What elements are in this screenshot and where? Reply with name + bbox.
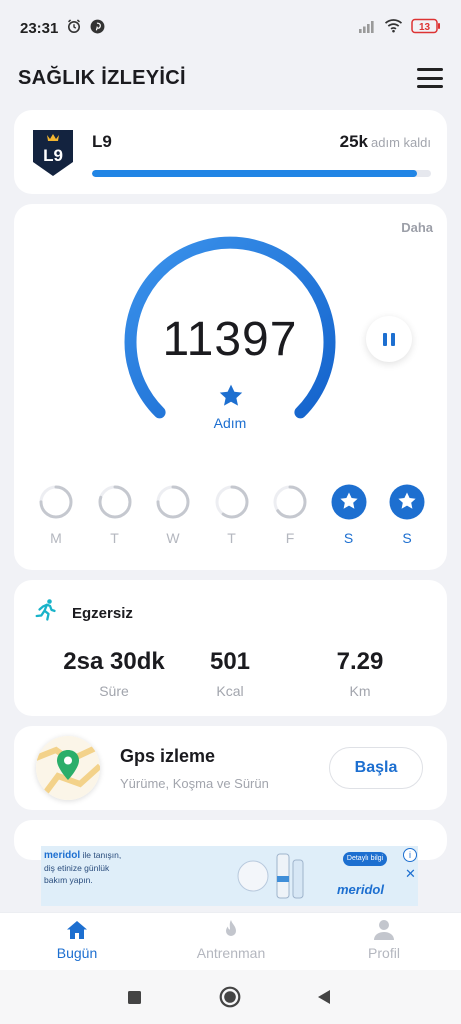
user-icon [374, 920, 394, 940]
day-label: T [110, 530, 119, 546]
steps-remaining-unit: adım kaldı [371, 135, 431, 150]
level-name: L9 [92, 132, 112, 151]
ad-brand: meridol [44, 850, 81, 861]
recent-apps-icon[interactable] [127, 990, 142, 1010]
exercise-title: Egzersiz [72, 605, 133, 622]
day-5[interactable]: S [331, 484, 367, 546]
home-button-icon[interactable] [219, 986, 241, 1013]
level-badge-icon: L9 [30, 126, 76, 178]
alarm-icon [66, 18, 82, 38]
bottom-nav: Bugün Antrenman Profil [0, 912, 461, 970]
day-complete-icon [331, 484, 366, 520]
day-label: S [402, 530, 412, 546]
stat-duration: 2sa 30dk Süre [49, 648, 179, 699]
stat-distance-value: 7.29 [336, 648, 384, 675]
day-3[interactable]: T [214, 484, 250, 546]
day-complete-icon [389, 484, 425, 520]
signal-icon [358, 19, 376, 38]
level-progress-fill [92, 170, 418, 177]
tab-profile[interactable]: Profil [329, 919, 439, 961]
day-label: W [166, 530, 180, 546]
status-time: 23:31 [20, 19, 59, 37]
day-label: F [285, 530, 295, 546]
stat-kcal-label: Kcal [216, 683, 244, 699]
app-header: SAĞLIK İZLEYİCİ [0, 56, 461, 100]
exercise-card[interactable]: Egzersiz 2sa 30dk Süre 501 Kcal 7.29 Km [14, 580, 447, 716]
system-nav-bar [0, 970, 461, 1024]
tab-workout-label: Antrenman [196, 945, 266, 961]
day-4[interactable]: F [272, 484, 308, 546]
app-title: SAĞLIK İZLEYİCİ [18, 66, 186, 89]
pause-button[interactable] [366, 316, 412, 362]
gps-card[interactable]: Gps izleme Yürüme, Koşma ve Sürün Başla [14, 726, 447, 810]
home-icon [67, 921, 87, 939]
stat-kcal-value: 501 [209, 648, 251, 675]
map-pin-icon [36, 736, 100, 800]
tab-today[interactable]: Bugün [22, 919, 132, 961]
tab-today-label: Bugün [56, 945, 98, 961]
wifi-icon [384, 18, 403, 38]
day-1[interactable]: T [97, 484, 133, 546]
battery-icon: 13 [411, 18, 441, 39]
ad-close-icon[interactable]: ✕ [405, 866, 416, 882]
tab-profile-label: Profil [368, 945, 400, 961]
gps-subtitle: Yürüme, Koşma ve Sürün [120, 776, 269, 791]
stat-duration-value: 2sa 30dk [63, 648, 165, 675]
status-bar: 23:31 13 [0, 0, 461, 56]
level-progress-bar [92, 170, 431, 177]
steps-card: Daha 11397 Adım M T W T F S S [14, 204, 447, 570]
back-icon[interactable] [316, 989, 332, 1010]
level-badge-text: L9 [43, 146, 63, 165]
ad-cta-button[interactable]: Detaylı bilgi [343, 852, 387, 866]
day-progress-ring [98, 485, 131, 519]
gps-title: Gps izleme [120, 746, 216, 766]
level-card[interactable]: L9 L9 25k adım kaldı [14, 110, 447, 194]
day-progress-ring [273, 485, 307, 519]
steps-remaining-value: 25k [339, 132, 369, 151]
step-label: Adım [213, 415, 247, 431]
day-progress-ring [215, 485, 248, 519]
ad-logo: meridol [337, 882, 384, 897]
ad-product-image [237, 850, 317, 902]
star-icon [217, 382, 245, 410]
stat-distance: 7.29 Km [295, 648, 425, 699]
stat-kcal: 501 Kcal [165, 648, 295, 699]
day-label: T [227, 530, 236, 546]
ad-banner[interactable]: meridol ile tanışın, diş etinize günlük … [41, 846, 418, 906]
day-label: M [50, 530, 62, 546]
ad-info-icon[interactable]: i [403, 848, 417, 862]
day-progress-ring [39, 485, 73, 519]
day-label: S [343, 530, 354, 546]
steps-remaining: 25k adım kaldı [340, 132, 431, 152]
menu-icon[interactable] [417, 68, 443, 88]
start-button[interactable]: Başla [329, 747, 423, 789]
stat-duration-label: Süre [99, 683, 129, 699]
battery-level: 13 [419, 22, 431, 33]
flame-icon [226, 920, 236, 936]
stat-distance-label: Km [349, 683, 371, 699]
day-2[interactable]: W [155, 484, 191, 546]
pinterest-icon [90, 19, 105, 38]
day-6[interactable]: S [389, 484, 425, 546]
day-0[interactable]: M [38, 484, 74, 546]
ad-text: meridol ile tanışın, diş etinize günlük … [44, 849, 130, 886]
runner-icon [34, 598, 58, 622]
day-progress-ring [156, 485, 190, 519]
tab-workout[interactable]: Antrenman [176, 919, 286, 961]
more-link[interactable]: Daha [401, 220, 433, 235]
step-count: 11397 [162, 313, 298, 366]
